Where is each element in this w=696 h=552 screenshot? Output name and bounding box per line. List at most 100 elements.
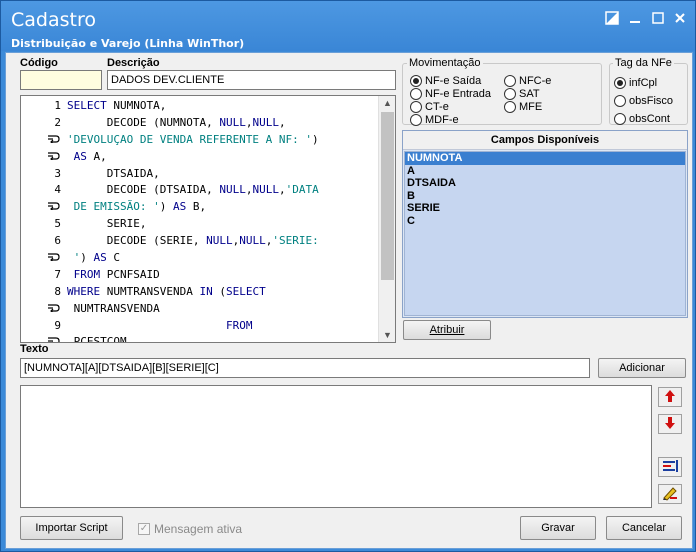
sql-line[interactable]: 3 DTSAIDA, (21, 166, 379, 183)
sql-line-text: 'DEVOLUÇAO DE VENDA REFERENTE A NF: ') (67, 132, 319, 146)
sql-line[interactable]: NUMTRANSVENDA (21, 301, 379, 318)
window-title: Cadastro (11, 9, 96, 31)
sql-line-text: SELECT NUMNOTA, (67, 99, 167, 112)
radio-icon (614, 95, 626, 107)
editor-scrollbar[interactable]: ▲ ▼ (378, 96, 395, 342)
campo-item[interactable]: NUMNOTA (405, 152, 685, 165)
cancelar-button[interactable]: Cancelar (606, 516, 682, 540)
clear-pencil-icon[interactable] (658, 484, 682, 504)
radio-movimentacao[interactable]: SAT (504, 88, 540, 100)
radio-icon (410, 75, 422, 87)
texto-label: Texto (20, 343, 49, 355)
radio-movimentacao[interactable]: NF-e Entrada (410, 88, 491, 100)
sql-line[interactable]: AS A, (21, 149, 379, 166)
radio-label: obsFisco (629, 95, 674, 107)
radio-tag-nfe[interactable]: obsFisco (614, 95, 673, 107)
line-number: 7 (54, 267, 61, 281)
radio-movimentacao[interactable]: MFE (504, 101, 542, 113)
sql-line-text: AS A, (73, 149, 107, 163)
tag-nfe-title: Tag da NFe (613, 57, 674, 69)
sql-line[interactable]: DE EMISSÃO: ') AS B, (21, 199, 379, 216)
sql-line-text: DE EMISSÃO: ') AS B, (73, 200, 207, 214)
line-number: 8 (54, 284, 61, 298)
radio-movimentacao[interactable]: NFC-e (504, 75, 551, 87)
campos-list[interactable]: NUMNOTA A DTSAIDA B SERIE C (404, 151, 686, 316)
sql-editor[interactable]: 1 SELECT NUMNOTA, 2 DECODE (NUMNOTA, NULL,… (20, 95, 396, 343)
descricao-label: Descrição (107, 57, 160, 69)
move-up-icon[interactable] (658, 387, 682, 407)
word-wrap-icon (21, 132, 67, 149)
window-subtitle: Distribuição e Varejo (Linha WinThor) (11, 37, 245, 50)
campo-item[interactable]: B (405, 190, 685, 203)
radio-label: MDF-e (425, 114, 459, 126)
close-icon[interactable] (671, 11, 689, 27)
move-down-icon[interactable] (658, 414, 682, 434)
maximize-icon[interactable] (649, 11, 667, 27)
line-number: 3 (54, 166, 61, 180)
insert-field-icon[interactable] (658, 457, 682, 477)
word-wrap-icon (21, 334, 67, 342)
word-wrap-icon (21, 301, 67, 318)
sql-line-text: DECODE (DTSAIDA, NULL,NULL,'DATA (67, 183, 319, 197)
radio-tag-nfe[interactable]: obsCont (614, 113, 670, 125)
scroll-up-icon[interactable]: ▲ (379, 96, 395, 110)
mensagem-textarea[interactable] (20, 385, 652, 508)
radio-label: NFC-e (519, 75, 552, 87)
sql-line[interactable]: 2 DECODE (NUMNOTA, NULL,NULL, (21, 115, 379, 132)
mensagem-ativa-label: Mensagem ativa (154, 522, 243, 536)
atribuir-button[interactable]: Atribuir (403, 320, 491, 340)
radio-tag-nfe[interactable]: infCpl (614, 77, 657, 89)
pin-icon[interactable] (603, 11, 621, 27)
scroll-thumb[interactable] (381, 112, 394, 280)
sql-line-text: FROM PCNFSAID (73, 267, 160, 281)
adicionar-button[interactable]: Adicionar (598, 358, 686, 378)
sql-line[interactable]: 7 FROM PCNFSAID (21, 267, 379, 284)
radio-movimentacao[interactable]: MDF-e (410, 114, 459, 126)
radio-icon (614, 113, 626, 125)
texto-field[interactable]: [NUMNOTA][A][DTSAIDA][B][SERIE][C] (20, 358, 590, 378)
sql-line-text: SERIE, (67, 217, 147, 231)
radio-icon (410, 101, 422, 113)
cadastro-window: Cadastro Distribuição e Varejo (Linha Wi… (0, 0, 696, 552)
scroll-down-icon[interactable]: ▼ (379, 328, 395, 342)
radio-label: MFE (519, 101, 543, 113)
sql-line[interactable]: 1 SELECT NUMNOTA, (21, 98, 379, 115)
radio-movimentacao[interactable]: NF-e Saída (410, 75, 481, 87)
line-number: 6 (54, 234, 61, 248)
sql-line-text: NUMTRANSVENDA (67, 301, 160, 315)
sql-line[interactable]: 'DEVOLUÇAO DE VENDA REFERENTE A NF: ') (21, 132, 379, 149)
campo-item[interactable]: SERIE (405, 202, 685, 215)
sql-line[interactable]: ') AS C (21, 250, 379, 267)
descricao-field[interactable]: DADOS DEV.CLIENTE (107, 70, 396, 90)
campo-item[interactable]: A (405, 165, 685, 178)
sql-line[interactable]: 8 WHERE NUMTRANSVENDA IN (SELECT (21, 284, 379, 301)
radio-label: NF-e Saída (425, 75, 482, 87)
sql-line-text: WHERE NUMTRANSVENDA IN (SELECT (67, 284, 266, 298)
title-bar[interactable]: Cadastro Distribuição e Varejo (Linha Wi… (1, 1, 695, 51)
sql-line[interactable]: 5 SERIE, (21, 216, 379, 233)
word-wrap-icon (21, 199, 67, 216)
sql-line[interactable]: 9 FROM (21, 318, 379, 335)
codigo-field[interactable] (20, 70, 102, 90)
sql-line-text: DTSAIDA, (67, 166, 160, 180)
line-number: 1 (54, 99, 61, 112)
word-wrap-icon (21, 250, 67, 267)
minimize-icon[interactable] (626, 11, 644, 27)
sql-line[interactable]: 6 DECODE (SERIE, NULL,NULL,'SERIE: (21, 233, 379, 250)
campo-item[interactable]: C (405, 215, 685, 228)
gravar-button[interactable]: Gravar (520, 516, 596, 540)
radio-movimentacao[interactable]: CT-e (410, 101, 449, 113)
sql-line-text: ') AS C (73, 251, 120, 265)
mensagem-ativa-checkbox[interactable]: ✓ Mensagem ativa (138, 522, 242, 536)
sql-line[interactable]: PCESTCOM (21, 334, 379, 342)
campo-item[interactable]: DTSAIDA (405, 177, 685, 190)
radio-icon (410, 88, 422, 100)
campos-disponiveis-panel: Campos Disponíveis NUMNOTA A DTSAIDA B SERIE… (402, 130, 688, 318)
radio-label: infCpl (629, 77, 658, 89)
radio-label: NF-e Entrada (425, 88, 492, 100)
line-number: 4 (54, 183, 61, 197)
line-number: 9 (54, 318, 61, 332)
importar-script-button[interactable]: Importar Script (20, 516, 123, 540)
sql-line[interactable]: 4 DECODE (DTSAIDA, NULL,NULL,'DATA (21, 182, 379, 199)
sql-code[interactable]: 1 SELECT NUMNOTA, 2 DECODE (NUMNOTA, NULL,… (21, 98, 379, 342)
